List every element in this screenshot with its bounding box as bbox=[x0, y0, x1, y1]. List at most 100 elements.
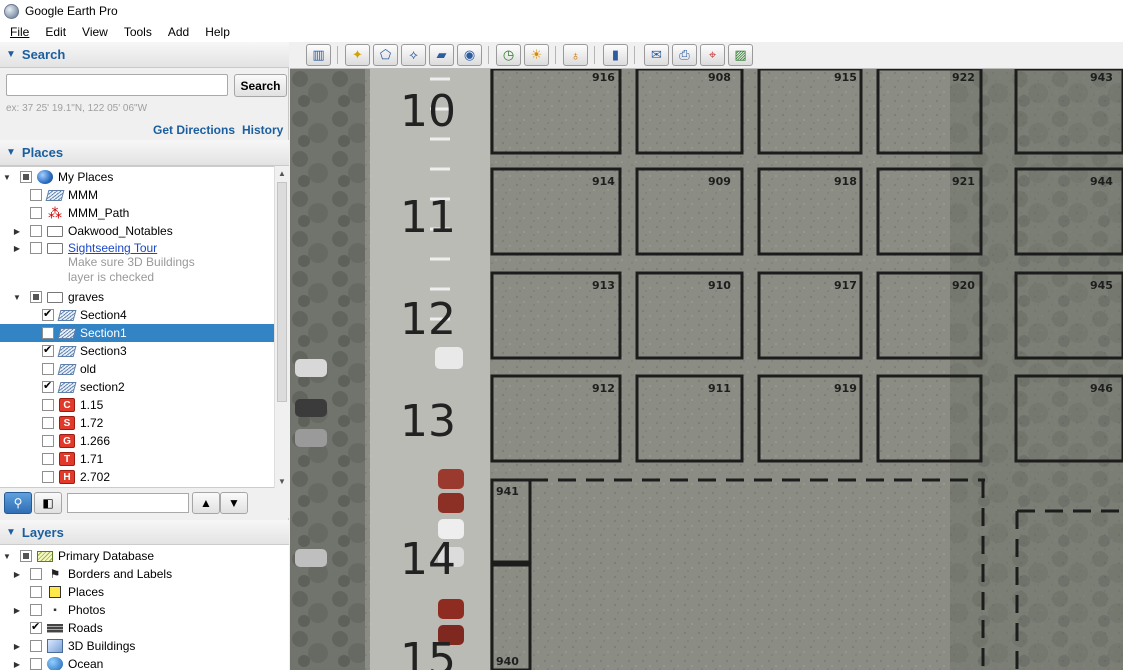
tree-item-mmm[interactable]: MMM bbox=[0, 186, 274, 204]
layer-item-places[interactable]: Places bbox=[0, 583, 274, 601]
tree-item-placemark[interactable]: T 1.71 bbox=[0, 450, 274, 468]
checkbox[interactable] bbox=[42, 399, 54, 411]
layer-item-borders[interactable]: ▶ ⚑ Borders and Labels bbox=[0, 565, 274, 583]
add-image-overlay-icon[interactable]: ▰ bbox=[429, 44, 454, 66]
checkbox[interactable] bbox=[30, 225, 42, 237]
layer-item-ocean[interactable]: ▶ Ocean bbox=[0, 655, 274, 670]
checkbox[interactable] bbox=[42, 307, 54, 321]
view-in-maps-icon[interactable]: ⌖ bbox=[700, 44, 725, 66]
menu-add[interactable]: Add bbox=[160, 25, 197, 39]
scroll-down-icon[interactable]: ▼ bbox=[275, 474, 289, 488]
move-up-icon[interactable]: ▲ bbox=[192, 492, 220, 514]
sidebar-toggle-icon[interactable]: ▥ bbox=[306, 44, 331, 66]
globe-icon bbox=[37, 170, 53, 184]
places-scrollbar[interactable]: ▲ ▼ bbox=[274, 166, 289, 488]
plot-label: 922 bbox=[952, 71, 975, 84]
scroll-up-icon[interactable]: ▲ bbox=[275, 166, 289, 180]
layer-item-photos[interactable]: ▶ ▪ Photos bbox=[0, 601, 274, 619]
tree-item-old[interactable]: old bbox=[0, 360, 274, 378]
tree-item-label[interactable]: Sightseeing Tour bbox=[68, 241, 157, 255]
checkbox[interactable] bbox=[42, 471, 54, 483]
tree-item-placemark[interactable]: H 2.702 bbox=[0, 468, 274, 486]
layer-item-primary-database[interactable]: ▼ Primary Database bbox=[0, 547, 274, 565]
checkbox[interactable] bbox=[30, 207, 42, 219]
menu-edit[interactable]: Edit bbox=[37, 25, 74, 39]
checkbox[interactable] bbox=[42, 343, 54, 357]
switch-planet-icon[interactable]: ♁ bbox=[563, 44, 588, 66]
search-button[interactable]: Search bbox=[234, 74, 287, 97]
checkbox[interactable] bbox=[30, 658, 42, 670]
checkbox[interactable] bbox=[20, 171, 32, 183]
sunlight-icon[interactable]: ☀ bbox=[524, 44, 549, 66]
menu-view[interactable]: View bbox=[74, 25, 116, 39]
map-imagery[interactable]: 10 11 12 13 14 15 916 908 915 922 943 91… bbox=[290, 69, 1123, 670]
checkbox[interactable] bbox=[20, 550, 32, 562]
checkbox[interactable] bbox=[30, 189, 42, 201]
checkbox[interactable] bbox=[30, 242, 42, 254]
expand-arrow-icon[interactable]: ▶ bbox=[12, 642, 22, 651]
places-tree: ▼ My Places MMM ⁂ MMM_Path ▶ Oakwood_Not… bbox=[0, 166, 274, 488]
checkbox[interactable] bbox=[42, 435, 54, 447]
menu-tools[interactable]: Tools bbox=[116, 25, 160, 39]
search-places-icon[interactable]: ⚲ bbox=[4, 492, 32, 514]
tree-item-section2[interactable]: section2 bbox=[0, 378, 274, 396]
expand-arrow-icon[interactable]: ▶ bbox=[12, 570, 22, 579]
checkbox[interactable] bbox=[42, 379, 54, 393]
save-image-icon[interactable]: ▨ bbox=[728, 44, 753, 66]
search-input[interactable] bbox=[6, 74, 228, 96]
scrollbar-thumb[interactable] bbox=[277, 182, 287, 402]
expand-arrow-icon[interactable]: ▶ bbox=[12, 660, 22, 669]
checkbox[interactable] bbox=[42, 327, 54, 339]
layer-label: Primary Database bbox=[58, 549, 155, 563]
tree-item-oakwood-notables[interactable]: ▶ Oakwood_Notables bbox=[0, 222, 274, 240]
toggle-view-icon[interactable]: ◧ bbox=[34, 492, 62, 514]
checkbox[interactable] bbox=[42, 417, 54, 429]
expand-arrow-icon[interactable]: ▶ bbox=[12, 244, 22, 253]
add-placemark-icon[interactable]: ✦ bbox=[345, 44, 370, 66]
tree-item-section1[interactable]: Section1 bbox=[0, 324, 274, 342]
move-down-icon[interactable]: ▼ bbox=[220, 492, 248, 514]
layers-section-header[interactable]: ▼ Layers bbox=[0, 520, 289, 546]
map-view[interactable]: 10 11 12 13 14 15 916 908 915 922 943 91… bbox=[290, 69, 1123, 670]
collapse-arrow-icon[interactable]: ▼ bbox=[2, 173, 12, 182]
search-section-header[interactable]: ▼ Search bbox=[0, 42, 289, 68]
checkbox[interactable] bbox=[42, 363, 54, 375]
tree-item-section4[interactable]: Section4 bbox=[0, 306, 274, 324]
checkbox[interactable] bbox=[30, 586, 42, 598]
expand-arrow-icon[interactable]: ▶ bbox=[12, 606, 22, 615]
checkbox[interactable] bbox=[30, 291, 42, 303]
tree-item-mmm-path[interactable]: ⁂ MMM_Path bbox=[0, 204, 274, 222]
expand-arrow-icon[interactable]: ▶ bbox=[12, 227, 22, 236]
tree-item-section3[interactable]: Section3 bbox=[0, 342, 274, 360]
print-icon[interactable]: ⎙ bbox=[672, 44, 697, 66]
tree-item-graves[interactable]: ▼ graves bbox=[0, 288, 274, 306]
layer-item-3d-buildings[interactable]: ▶ 3D Buildings bbox=[0, 637, 274, 655]
add-polygon-icon[interactable]: ⬠ bbox=[373, 44, 398, 66]
toolbar-divider bbox=[488, 46, 489, 64]
checkbox[interactable] bbox=[30, 620, 42, 634]
add-path-icon[interactable]: ⟡ bbox=[401, 44, 426, 66]
email-icon[interactable]: ✉ bbox=[644, 44, 669, 66]
tree-item-placemark[interactable]: C 1.15 bbox=[0, 396, 274, 414]
history-link[interactable]: History bbox=[242, 123, 283, 137]
places-section-header[interactable]: ▼ Places bbox=[0, 140, 289, 166]
plot-label: 910 bbox=[708, 279, 731, 292]
plot-label: 913 bbox=[592, 279, 615, 292]
historical-imagery-icon[interactable]: ◷ bbox=[496, 44, 521, 66]
record-tour-icon[interactable]: ◉ bbox=[457, 44, 482, 66]
tree-item-my-places[interactable]: ▼ My Places bbox=[0, 168, 274, 186]
places-filter-input[interactable] bbox=[67, 493, 189, 513]
get-directions-link[interactable]: Get Directions bbox=[153, 123, 235, 137]
checkbox[interactable] bbox=[30, 640, 42, 652]
tree-item-placemark[interactable]: G 1.266 bbox=[0, 432, 274, 450]
collapse-arrow-icon[interactable]: ▼ bbox=[12, 293, 22, 302]
checkbox[interactable] bbox=[42, 453, 54, 465]
layer-item-roads[interactable]: Roads bbox=[0, 619, 274, 637]
checkbox[interactable] bbox=[30, 568, 42, 580]
collapse-arrow-icon[interactable]: ▼ bbox=[2, 552, 12, 561]
menu-file[interactable]: File bbox=[2, 25, 37, 39]
ruler-icon[interactable]: ▮ bbox=[603, 44, 628, 66]
menu-help[interactable]: Help bbox=[197, 25, 238, 39]
tree-item-placemark[interactable]: S 1.72 bbox=[0, 414, 274, 432]
checkbox[interactable] bbox=[30, 604, 42, 616]
